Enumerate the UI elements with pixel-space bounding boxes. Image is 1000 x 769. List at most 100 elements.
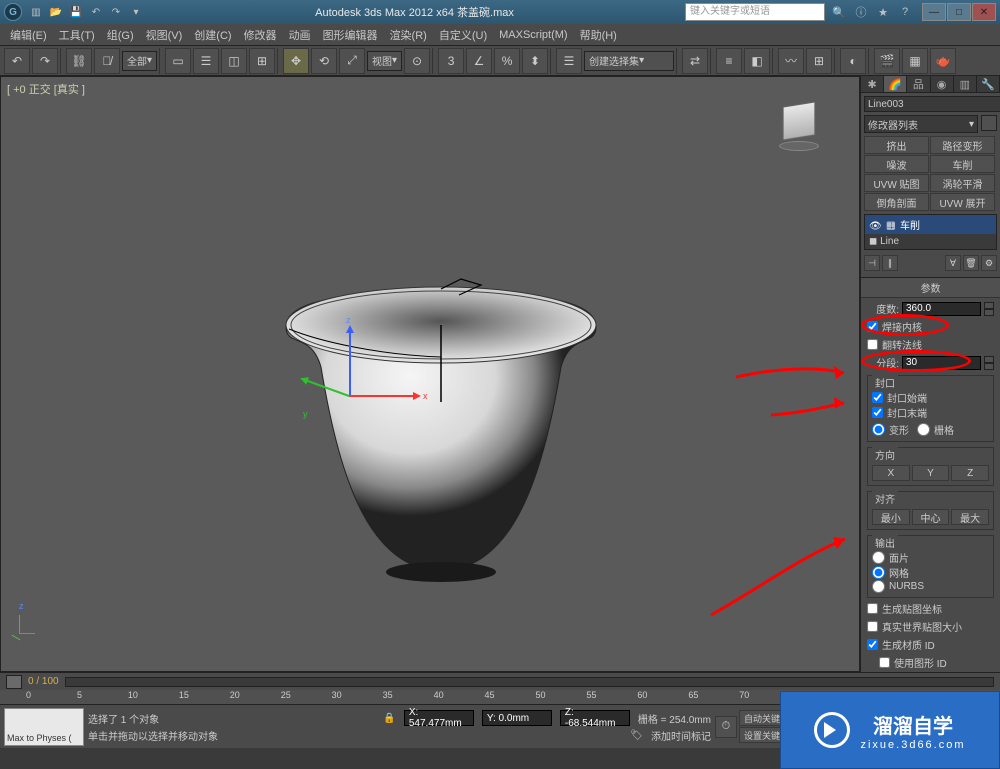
cap-end-checkbox[interactable] [872, 407, 883, 418]
menu-tools[interactable]: 工具(T) [53, 27, 101, 43]
curve-editor-icon[interactable]: 〰 [778, 48, 804, 74]
tab-motion-icon[interactable]: ◉ [931, 76, 954, 92]
gen-uv-checkbox[interactable] [867, 603, 878, 614]
close-button[interactable]: ✕ [972, 3, 996, 21]
stack-show-icon[interactable]: ∥ [882, 255, 898, 271]
spin-up-icon[interactable] [984, 302, 994, 309]
add-time-tag[interactable]: 添加时间标记 [651, 728, 711, 743]
select-name-icon[interactable]: ☰ [193, 48, 219, 74]
align-min-button[interactable]: 最小 [872, 509, 910, 525]
qat-new-icon[interactable]: ▥ [28, 4, 44, 20]
configure-modifiers-icon[interactable] [981, 115, 997, 131]
menu-modifiers[interactable]: 修改器 [238, 27, 283, 43]
named-sel-icon[interactable]: ☰ [556, 48, 582, 74]
angle-snap-icon[interactable]: ∠ [466, 48, 492, 74]
layers-icon[interactable]: ◧ [744, 48, 770, 74]
menu-edit[interactable]: 编辑(E) [4, 27, 53, 43]
modifier-list-dropdown[interactable]: 修改器列表▾ [864, 115, 978, 133]
real-uv-checkbox[interactable] [867, 621, 878, 632]
menu-customize[interactable]: 自定义(U) [433, 27, 493, 43]
dir-z-button[interactable]: Z [951, 465, 989, 481]
cap-morph-radio[interactable] [872, 423, 885, 436]
menu-help[interactable]: 帮助(H) [574, 27, 623, 43]
viewport-label[interactable]: [ +0 正交 [真实 ] [7, 81, 85, 97]
menu-group[interactable]: 组(G) [101, 27, 140, 43]
coord-x[interactable]: X: 547.477mm [404, 710, 474, 726]
time-slider[interactable]: 0 / 100 [0, 672, 1000, 690]
align-center-button[interactable]: 中心 [912, 509, 950, 525]
redo-icon[interactable]: ↷ [32, 48, 58, 74]
move-tool-icon[interactable]: ✥ [283, 48, 309, 74]
qat-undo-icon[interactable]: ↶ [88, 4, 104, 20]
modbtn-turbosmooth[interactable]: 涡轮平滑 [930, 174, 995, 192]
help-search-input[interactable]: 键入关键字或短语 [685, 3, 825, 21]
rollup-parameters-header[interactable]: 参数 [861, 278, 1000, 298]
render-setup-icon[interactable]: 🎬 [874, 48, 900, 74]
out-mesh-radio[interactable] [872, 566, 885, 579]
menu-animation[interactable]: 动画 [283, 27, 317, 43]
favorites-icon[interactable]: ★ [875, 4, 891, 20]
subscription-icon[interactable]: ⓘ [853, 4, 869, 20]
gen-mat-checkbox[interactable] [867, 639, 878, 650]
unlink-icon[interactable]: ⛓̸ [94, 48, 120, 74]
stack-pin-icon[interactable]: ⊣ [864, 255, 880, 271]
search-icon[interactable]: 🔍 [831, 4, 847, 20]
modbtn-unwrap[interactable]: UVW 展开 [930, 193, 995, 211]
modbtn-noise[interactable]: 噪波 [864, 155, 929, 173]
qat-more-icon[interactable]: ▾ [128, 4, 144, 20]
object-name-input[interactable] [864, 96, 1000, 112]
selection-filter-dropdown[interactable]: 全部 ▾ [122, 51, 157, 71]
menu-graph[interactable]: 图形编辑器 [317, 27, 384, 43]
minimize-button[interactable]: — [922, 3, 946, 21]
modifier-stack[interactable]: 👁 ◼ 车削 ◼ Line [864, 214, 997, 250]
modbtn-bevelprofile[interactable]: 倒角剖面 [864, 193, 929, 211]
refcoord-dropdown[interactable]: 视图 ▾ [367, 51, 402, 71]
out-patch-radio[interactable] [872, 551, 885, 564]
percent-snap-icon[interactable]: % [494, 48, 520, 74]
qat-open-icon[interactable]: 📂 [48, 4, 64, 20]
tab-utilities-icon[interactable]: 🔧 [977, 76, 1000, 92]
tab-display-icon[interactable]: ▥ [954, 76, 977, 92]
select-tool-icon[interactable]: ▭ [165, 48, 191, 74]
viewport[interactable]: [ +0 正交 [真实 ] [0, 76, 860, 672]
menu-views[interactable]: 视图(V) [140, 27, 189, 43]
coord-z[interactable]: Z: -68.544mm [560, 710, 630, 726]
menu-create[interactable]: 创建(C) [188, 27, 237, 43]
spinner-snap-icon[interactable]: ⬍ [522, 48, 548, 74]
named-selset-dropdown[interactable]: 创建选择集 ▾ [584, 51, 674, 71]
cap-grid-radio[interactable] [917, 423, 930, 436]
qat-redo-icon[interactable]: ↷ [108, 4, 124, 20]
modbtn-uvwmap[interactable]: UVW 贴图 [864, 174, 929, 192]
render-icon[interactable]: 🫖 [930, 48, 956, 74]
stack-config-icon[interactable]: ⚙ [981, 255, 997, 271]
dir-y-button[interactable]: Y [912, 465, 950, 481]
snap-toggle-icon[interactable]: 3 [438, 48, 464, 74]
menu-maxscript[interactable]: MAXScript(M) [493, 29, 573, 41]
stack-unique-icon[interactable]: ∀ [945, 255, 961, 271]
dir-x-button[interactable]: X [872, 465, 910, 481]
tab-hierarchy-icon[interactable]: 品 [907, 76, 930, 92]
scale-tool-icon[interactable]: ⤢ [339, 48, 365, 74]
help-icon[interactable]: ? [897, 4, 913, 20]
rotate-tool-icon[interactable]: ⟲ [311, 48, 337, 74]
qat-save-icon[interactable]: 💾 [68, 4, 84, 20]
maxscript-mini-listener[interactable]: Max to Physes ( [4, 708, 84, 746]
use-shape-checkbox[interactable] [879, 657, 890, 668]
tab-modify-icon[interactable]: 🌈 [884, 76, 907, 92]
pivot-icon[interactable]: ⊙ [404, 48, 430, 74]
window-crossing-icon[interactable]: ⊞ [249, 48, 275, 74]
cap-start-checkbox[interactable] [872, 392, 883, 403]
modbtn-pathdeform[interactable]: 路径变形 [930, 136, 995, 154]
flip-normals-checkbox[interactable] [867, 339, 878, 350]
mirror-icon[interactable]: ⇄ [682, 48, 708, 74]
spin-up-icon[interactable] [984, 356, 994, 363]
spin-down-icon[interactable] [984, 309, 994, 316]
tab-create-icon[interactable]: ✱ [861, 76, 884, 92]
schematic-icon[interactable]: ⊞ [806, 48, 832, 74]
timeline-toggle-icon[interactable] [6, 675, 22, 689]
viewcube[interactable] [769, 97, 829, 157]
render-frame-icon[interactable]: ▦ [902, 48, 928, 74]
align-max-button[interactable]: 最大 [951, 509, 989, 525]
menu-render[interactable]: 渲染(R) [384, 27, 433, 43]
align-icon[interactable]: ≡ [716, 48, 742, 74]
